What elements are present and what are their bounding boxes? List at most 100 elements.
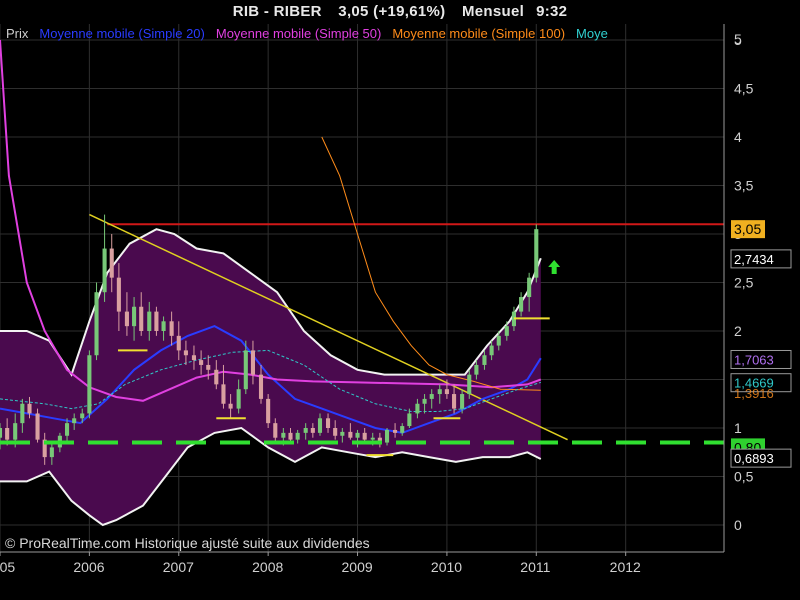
x-tick-label: 2007 <box>163 559 194 575</box>
candle-body <box>504 326 509 336</box>
candle-body <box>161 321 166 331</box>
price-label: 2,7434 <box>730 249 792 269</box>
candle-body <box>228 403 233 409</box>
x-tick-label: 2005 <box>0 559 15 575</box>
candle <box>534 224 539 283</box>
legend-item: Moye <box>576 26 608 41</box>
candle-body <box>400 426 405 433</box>
y-tick-label: 0,5 <box>734 469 754 485</box>
candle-body <box>362 432 367 440</box>
y-tick-label: 3,5 <box>734 178 754 194</box>
candle-body <box>281 432 286 438</box>
y-tick-label: 4 <box>734 129 742 145</box>
price-label-text: 2,7434 <box>734 252 774 267</box>
candle-body <box>273 423 278 438</box>
candle-body <box>415 403 420 414</box>
y-tick-label: 1 <box>734 420 742 436</box>
candle-body <box>384 429 390 443</box>
candle-body <box>519 297 524 312</box>
candle-body <box>49 447 54 458</box>
candle-body <box>474 364 479 375</box>
candle-body <box>325 418 331 428</box>
candle-body <box>27 403 32 414</box>
candle-body <box>534 229 539 278</box>
legend-item: Prix <box>6 26 29 41</box>
candle-body <box>72 418 77 424</box>
candle-body <box>20 403 25 424</box>
current-price-text: 3,05 <box>734 221 761 237</box>
candle-body <box>310 428 315 433</box>
candle-body <box>183 350 188 356</box>
candle <box>87 350 92 419</box>
y-tick-label: 0 <box>734 517 742 533</box>
candle-body <box>64 423 70 436</box>
x-tick-label: 2008 <box>252 559 283 575</box>
candle-body <box>139 306 144 331</box>
candle-body <box>35 413 40 440</box>
candle-body <box>333 428 338 436</box>
y-tick-label: 5 <box>734 31 742 47</box>
candle-body <box>422 398 427 404</box>
price-label: 1,3916 <box>734 386 774 401</box>
price-label: 3,05 <box>731 220 765 239</box>
candle-body <box>132 306 137 327</box>
candle-body <box>5 428 10 440</box>
candle-body <box>199 360 204 365</box>
y-tick-label: 2,5 <box>734 275 754 291</box>
candle-body <box>154 311 159 331</box>
candle-body <box>258 374 264 399</box>
candle-body <box>0 428 3 438</box>
candle-body <box>288 432 293 440</box>
candle-body <box>317 418 323 433</box>
candle-body <box>460 394 465 409</box>
x-tick-label: 2006 <box>73 559 104 575</box>
candle-body <box>437 389 442 395</box>
candle-body <box>87 355 92 414</box>
candle-body <box>109 248 114 278</box>
candle-body <box>169 321 174 336</box>
x-tick-label: 2009 <box>342 559 373 575</box>
candle-body <box>295 432 300 440</box>
candle-body <box>355 432 360 438</box>
candle-body <box>250 350 256 375</box>
candle-body <box>407 413 412 427</box>
candle-body <box>489 345 494 356</box>
candle <box>94 282 99 361</box>
candle-body <box>116 277 121 312</box>
candle-body <box>340 431 345 436</box>
candle-body <box>102 248 107 293</box>
candle-body <box>221 384 226 404</box>
y-tick-label: 2 <box>734 323 742 339</box>
legend-item: Moyenne mobile (Simple 20) <box>39 26 204 41</box>
candle <box>266 394 271 428</box>
candle-body <box>429 394 434 399</box>
price-label-text: 1,7063 <box>734 352 774 367</box>
legend-item: Moyenne mobile (Simple 100) <box>392 26 565 41</box>
candle-body <box>482 355 487 365</box>
legend-item: Moyenne mobile (Simple 50) <box>216 26 381 41</box>
x-tick-label: 2011 <box>520 559 550 575</box>
price-label: 1,7063 <box>730 349 792 369</box>
up-arrow-icon <box>548 259 561 274</box>
x-tick-label: 2010 <box>431 559 462 575</box>
x-tick-label: 2012 <box>610 559 641 575</box>
candle-body <box>444 389 449 395</box>
candle-body <box>236 389 241 409</box>
candle-body <box>94 292 99 356</box>
legend: Prix Moyenne mobile (Simple 20) Moyenne mo… <box>6 25 800 47</box>
candle-body <box>527 277 532 298</box>
candle-body <box>147 311 152 331</box>
candle-body <box>266 398 271 424</box>
candle-body <box>206 364 211 370</box>
candle-body <box>303 428 308 433</box>
candle <box>35 408 40 443</box>
candle-body <box>13 423 18 440</box>
price-label-text: 0,6893 <box>734 451 774 466</box>
candle <box>102 214 107 302</box>
candle-body <box>243 350 248 390</box>
candle-body <box>191 355 197 361</box>
candle-body <box>496 335 501 346</box>
candle-body <box>370 437 375 440</box>
candle-body <box>467 374 472 395</box>
candle-body <box>393 429 398 433</box>
